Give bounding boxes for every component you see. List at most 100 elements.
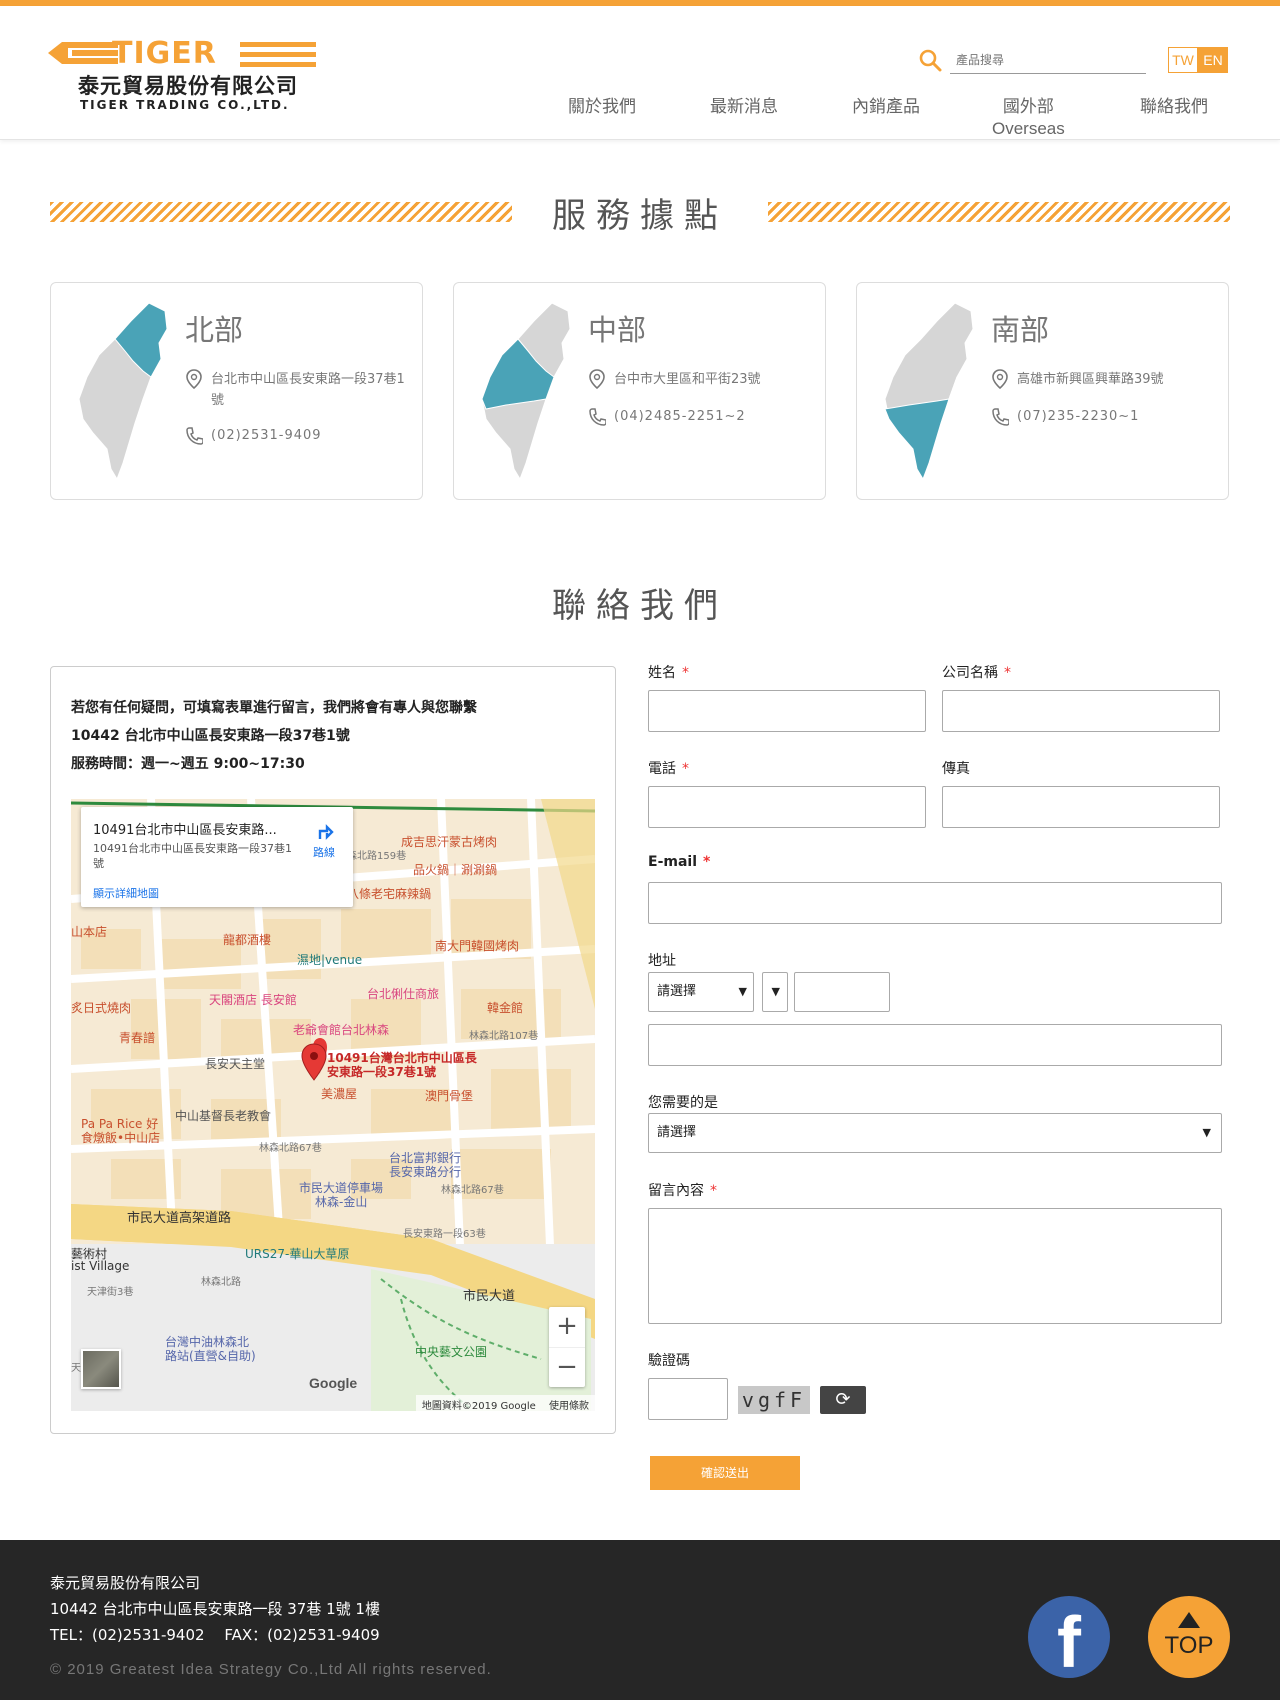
facebook-button[interactable]: f: [1028, 1596, 1110, 1683]
nav-about[interactable]: 關於我們: [568, 92, 636, 117]
fax-field[interactable]: [942, 786, 1220, 828]
address-field[interactable]: [648, 1024, 1222, 1066]
facebook-icon: f: [1057, 1603, 1081, 1683]
map-label: 長安天主堂: [205, 1057, 266, 1071]
location-phone-text: (02)2531-9409: [211, 428, 322, 443]
company-logo[interactable]: TIGER 泰元貿易股份有限公司 TIGER TRADING CO.,LTD.: [48, 30, 318, 116]
need-select[interactable]: 請選擇 ▼: [648, 1113, 1222, 1153]
email-label-text: E-mail: [648, 854, 698, 870]
location-address-text: 台北市中山區長安東路一段37巷1號: [211, 372, 405, 408]
map-label: 天津街3巷: [87, 1287, 134, 1298]
email-field[interactable]: [648, 882, 1222, 924]
map-terms-link[interactable]: 使用條款: [549, 1401, 589, 1411]
map-label: 品火鍋｜涮涮鍋: [413, 863, 498, 877]
location-phone-text: (04)2485-2251~2: [614, 409, 746, 424]
location-address: 台中市大里區和平街23號: [588, 369, 808, 390]
search-input[interactable]: [950, 46, 1146, 74]
map-pin-icon: [186, 369, 202, 389]
district-select[interactable]: ▼: [762, 972, 788, 1012]
need-select-value: 請選擇: [657, 1125, 697, 1140]
title-hatch-left: [50, 202, 512, 222]
zipcode-field[interactable]: [794, 972, 890, 1012]
arrow-up-icon: [1178, 1612, 1200, 1628]
map-card-title: 10491台北市中山區長安東路...: [93, 823, 277, 838]
map-location-pin-icon[interactable]: [301, 1043, 327, 1081]
location-phone: (02)2531-9409: [185, 427, 322, 445]
email-label: E-mail *: [648, 854, 710, 870]
refresh-icon: ⟳: [835, 1389, 851, 1410]
map-zoom-controls: + −: [549, 1307, 585, 1387]
chevron-down-icon: ▼: [771, 985, 780, 998]
language-switcher: TW EN: [1168, 47, 1228, 73]
message-field[interactable]: [648, 1208, 1222, 1324]
lang-tw-button[interactable]: TW: [1168, 47, 1198, 73]
nav-label: 內銷產品: [852, 97, 920, 117]
map-label: 林森北路: [201, 1277, 241, 1288]
map-label: 龍都酒樓: [223, 933, 272, 947]
location-address-text: 高雄市新興區興華路39號: [1017, 372, 1164, 387]
phone-label: 電話 *: [648, 758, 689, 778]
map-label: 中山基督長老教會: [175, 1109, 272, 1123]
nav-contact[interactable]: 聯絡我們: [1140, 92, 1208, 117]
message-label-text: 留言內容: [648, 1183, 704, 1199]
name-label-text: 姓名: [648, 665, 676, 681]
location-phone: (04)2485-2251~2: [588, 408, 746, 426]
location-card-north: 北部 台北市中山區長安東路一段37巷1號 (02)2531-9409: [50, 282, 423, 500]
nav-news[interactable]: 最新消息: [710, 92, 778, 117]
nav-overseas[interactable]: 國外部 Overseas: [992, 92, 1065, 139]
map-larger-link[interactable]: 顯示詳細地圖: [93, 885, 159, 901]
lang-en-button[interactable]: EN: [1198, 47, 1228, 73]
nav-label: 國外部: [1002, 97, 1054, 117]
city-select-value: 請選擇: [657, 984, 697, 999]
nav-domestic-products[interactable]: 內銷產品: [852, 92, 920, 117]
site-header: TIGER 泰元貿易股份有限公司 TIGER TRADING CO.,LTD. …: [0, 6, 1280, 140]
map-label: 炙日式燒肉: [71, 1001, 132, 1015]
site-footer: 泰元貿易股份有限公司 10442 台北市中山區長安東路一段 37巷 1號 1樓 …: [0, 1540, 1280, 1700]
taiwan-map-north-icon: [78, 302, 168, 481]
logo-company-cn: 泰元貿易股份有限公司: [78, 73, 298, 98]
logo-company-en: TIGER TRADING CO.,LTD.: [80, 98, 290, 112]
chevron-down-icon: ▼: [738, 985, 747, 998]
map-label: 濕地|venue: [297, 953, 363, 967]
map-label: 中央藝文公園: [415, 1345, 488, 1359]
map-label: 長安東路分行: [389, 1165, 462, 1179]
map-directions-button[interactable]: 路線: [309, 821, 339, 860]
chevron-down-icon: ▼: [1202, 1126, 1211, 1139]
logo-stripes-icon: [48, 42, 118, 64]
phone-field[interactable]: [648, 786, 926, 828]
phone-icon: [186, 427, 203, 445]
captcha-field[interactable]: [648, 1378, 728, 1420]
captcha-refresh-button[interactable]: ⟳: [820, 1386, 866, 1414]
map-zoom-in-button[interactable]: +: [549, 1307, 585, 1347]
map-pin-label: 10491台灣台北市中山區長安東路一段37巷1號: [327, 1051, 477, 1079]
search-icon[interactable]: [918, 48, 942, 72]
google-map[interactable]: 成吉思汗蒙古烤肉 品火鍋｜涮涮鍋 八條老宅麻辣鍋 林森北路159巷 山本店 龍都…: [71, 799, 595, 1411]
map-label: ist Village: [71, 1259, 130, 1273]
submit-button[interactable]: 確認送出: [650, 1456, 800, 1490]
footer-copyright: © 2019 Greatest Idea Strategy Co.,Ltd Al…: [50, 1661, 492, 1678]
logo-stripes-right-icon: [240, 42, 316, 67]
map-label: URS27-華山大草原: [245, 1247, 350, 1261]
phone-label-text: 電話: [648, 761, 676, 777]
back-to-top-button[interactable]: TOP: [1148, 1596, 1230, 1678]
company-field[interactable]: [942, 690, 1220, 732]
map-label: 山本店: [71, 925, 108, 939]
city-select[interactable]: 請選擇 ▼: [648, 972, 754, 1012]
map-attribution: 地圖資料©2019 Google 使用條款: [415, 1395, 595, 1411]
map-data-attribution: 地圖資料©2019 Google: [421, 1401, 536, 1411]
map-zoom-out-button[interactable]: −: [549, 1347, 585, 1387]
name-field[interactable]: [648, 690, 926, 732]
map-label: 路站(直營&自助): [165, 1349, 256, 1363]
location-name: 中部: [588, 313, 647, 347]
map-satellite-toggle[interactable]: [81, 1349, 121, 1389]
required-mark: *: [1004, 665, 1011, 681]
map-info-card: 10491台北市中山區長安東路... 10491台北市中山區長安東路一段37巷1…: [81, 807, 353, 907]
location-card-central: 中部 台中市大里區和平街23號 (04)2485-2251~2: [453, 282, 826, 500]
map-label: 市民大道高架道路: [127, 1211, 232, 1226]
map-label: 青春譜: [119, 1031, 156, 1045]
message-label: 留言內容 *: [648, 1180, 717, 1200]
locations-title: 服務據點: [552, 196, 728, 236]
title-hatch-right: [768, 202, 1230, 222]
required-mark: *: [703, 854, 711, 870]
location-address: 台北市中山區長安東路一段37巷1號: [185, 369, 405, 411]
